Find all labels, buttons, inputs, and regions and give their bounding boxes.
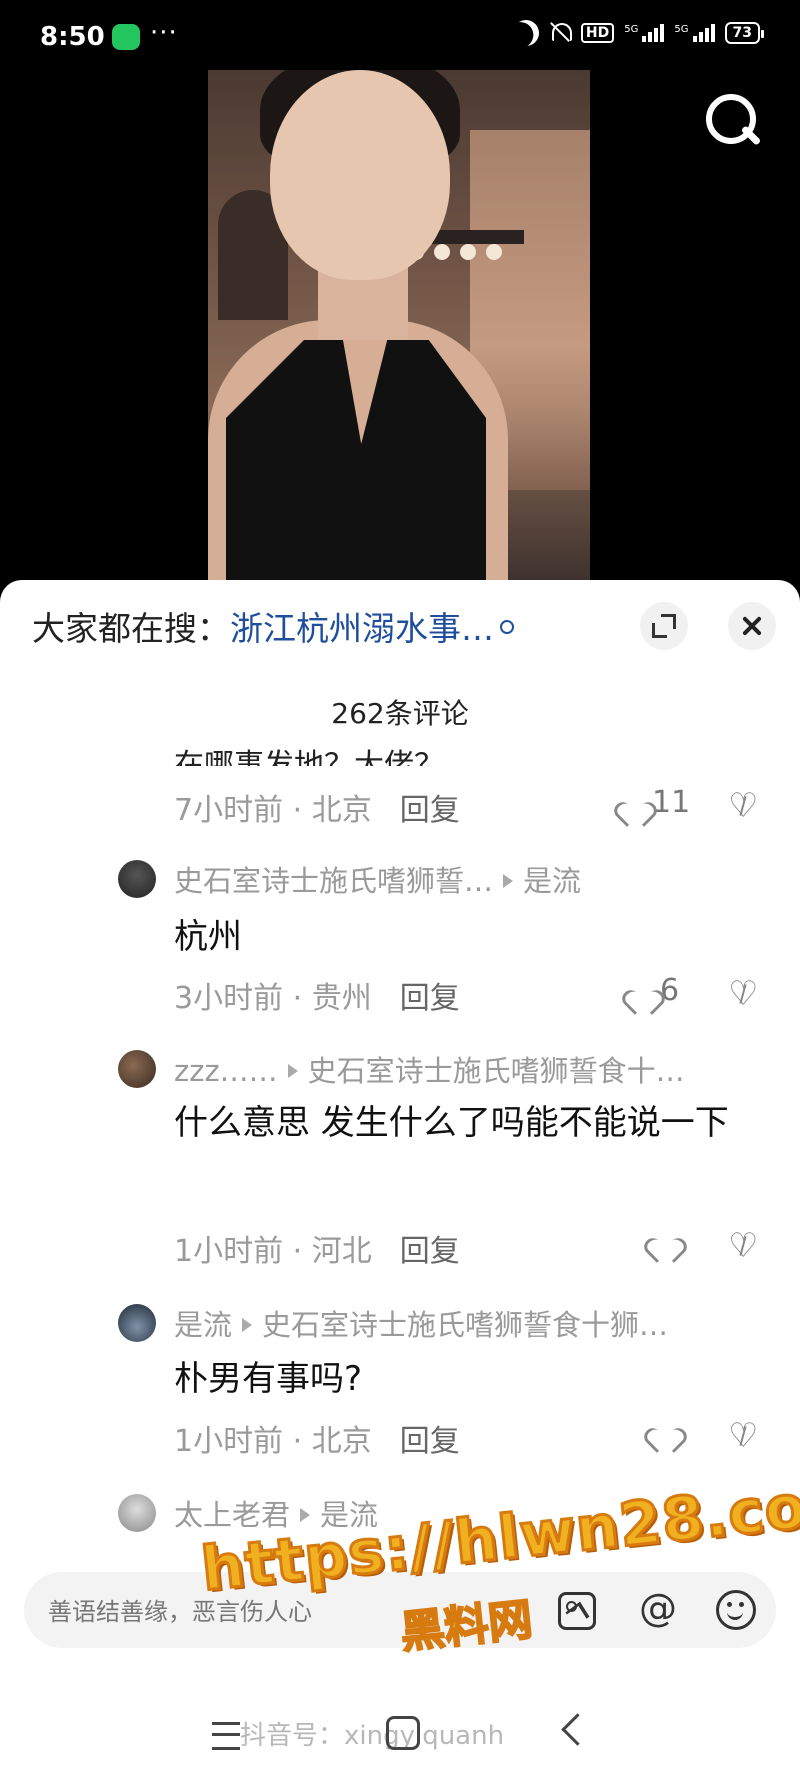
search-icon-small (500, 620, 514, 634)
mention-at-icon[interactable]: @ (638, 1588, 678, 1628)
reply-arrow-icon (242, 1318, 253, 1332)
dislike-icon[interactable] (728, 1416, 758, 1456)
comment-meta: 7小时前 · 北京 回复 (174, 793, 460, 828)
comment-meta: 3小时前 · 贵州 回复 (174, 981, 460, 1016)
reply-arrow-icon (287, 1064, 298, 1078)
comment-author-line: 史石室诗士施氏嗜狮誓… 是流 (174, 858, 581, 900)
author-name[interactable]: zzz…… (174, 1054, 278, 1088)
home-icon[interactable] (386, 1716, 420, 1750)
video-frame (208, 70, 590, 590)
like-button[interactable]: 6 (630, 973, 679, 1008)
signal-icon-2: 5G (674, 24, 715, 42)
comment-meta: 1小时前 · 北京 回复 (174, 1424, 460, 1459)
reply-button[interactable]: 回复 (400, 1234, 460, 1269)
comment-text-cutoff: 在哪事发地？大佬？ (174, 748, 444, 766)
menu-icon[interactable] (212, 1722, 240, 1750)
reply-to-name[interactable]: 史石室诗士施氏嗜狮誓食十狮… (262, 1308, 668, 1342)
douyin-id-watermark: 抖音号：xingyiquanh (240, 1721, 505, 1751)
bell-muted-icon (549, 21, 572, 45)
video-player[interactable] (0, 70, 800, 590)
heart-icon (652, 1418, 676, 1440)
hd-badge: HD (580, 23, 615, 43)
trending-prefix: 大家都在搜： (32, 609, 230, 648)
reply-arrow-icon (503, 874, 514, 888)
expand-icon[interactable] (640, 602, 688, 650)
search-icon[interactable] (700, 88, 766, 154)
wechat-icon (112, 24, 140, 50)
status-icons: HD 5G 5G 73 (513, 20, 765, 46)
author-name[interactable]: 史石室诗士施氏嗜狮誓… (174, 864, 493, 898)
heart-icon (630, 980, 654, 1002)
avatar[interactable] (118, 860, 156, 898)
reply-button[interactable]: 回复 (400, 981, 460, 1016)
comment-text: 什么意思 发生什么了吗能不能说一下 (174, 1103, 729, 1143)
reply-to-name[interactable]: 是流 (523, 864, 581, 898)
comment-author-line: zzz…… 史石室诗士施氏嗜狮誓食十… (174, 1048, 685, 1090)
reply-to-name[interactable]: 史石室诗士施氏嗜狮誓食十… (308, 1054, 685, 1088)
reply-arrow-icon (300, 1508, 311, 1522)
image-icon[interactable] (558, 1592, 596, 1630)
author-name[interactable]: 是流 (174, 1308, 232, 1342)
comment-count: 262条评论 (331, 697, 469, 730)
heart-icon (622, 792, 646, 814)
comment-text: 朴男有事吗? (174, 1359, 363, 1399)
dislike-icon[interactable] (728, 1226, 758, 1266)
dislike-icon[interactable] (728, 974, 758, 1014)
battery-icon: 73 (724, 22, 765, 44)
dislike-icon[interactable] (728, 786, 758, 826)
trending-search[interactable]: 大家都在搜：浙江杭州溺水事… (32, 602, 514, 650)
heart-icon (652, 1228, 676, 1250)
avatar[interactable] (118, 1304, 156, 1342)
person-face (270, 70, 450, 280)
reply-button[interactable]: 回复 (400, 793, 460, 828)
like-button[interactable] (652, 1418, 676, 1440)
status-bar: 8:50 ··· HD 5G 5G 73 (0, 0, 800, 78)
signal-icon: 5G (624, 24, 665, 42)
avatar[interactable] (118, 1050, 156, 1088)
trending-keyword[interactable]: 浙江杭州溺水事… (230, 609, 494, 648)
watermark-name: 黑料网 (397, 1593, 536, 1660)
close-icon[interactable] (728, 602, 776, 650)
more-notifications-indicator: ··· (150, 18, 178, 48)
reply-button[interactable]: 回复 (400, 1424, 460, 1459)
comment-text: 杭州 (174, 917, 242, 957)
like-button[interactable] (652, 1228, 676, 1250)
like-button[interactable]: 11 (622, 785, 690, 820)
emoji-icon[interactable] (716, 1590, 756, 1630)
do-not-disturb-moon-icon (509, 16, 542, 49)
status-time: 8:50 (40, 22, 105, 52)
like-count: 11 (652, 785, 691, 820)
avatar[interactable] (118, 1494, 156, 1532)
comment-meta: 1小时前 · 河北 回复 (174, 1234, 460, 1269)
comment-author-line: 是流 史石室诗士施氏嗜狮誓食十狮… (174, 1302, 668, 1344)
